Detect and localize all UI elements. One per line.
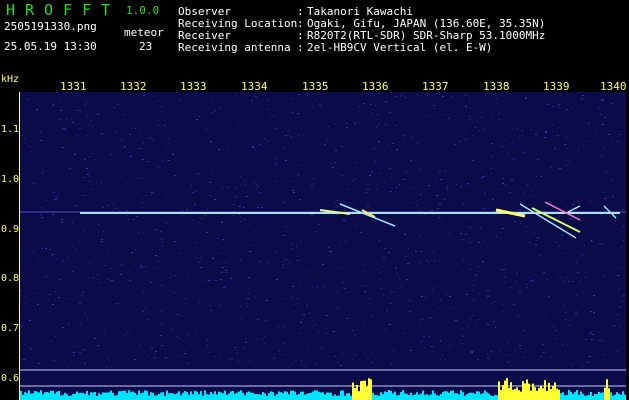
y-tick-label: 1.1	[1, 124, 20, 135]
spectrogram-background	[20, 92, 626, 400]
spectrogram-canvas	[20, 92, 626, 400]
spectrogram	[20, 92, 626, 400]
y-tick-label: 1.0	[1, 174, 20, 185]
time-scale: 1331 1332 1333 1334 1335 1336 1337 1338 …	[20, 74, 629, 93]
y-tick-label: 0.8	[1, 273, 20, 284]
app-version: 1.0.0	[126, 4, 160, 17]
meteor-count: 23	[139, 40, 153, 53]
meteor-label: meteor	[124, 26, 164, 39]
app-title: HROFFT	[6, 1, 121, 19]
y-tick-label: 0.9	[1, 224, 20, 235]
file-name: 2505191330.png	[4, 20, 97, 33]
info-value-antenna: 2el-HB9CV Vertical (el. E-W)	[307, 41, 493, 54]
date-time: 25.05.19 13:30	[4, 40, 97, 53]
y-tick-label: 0.7	[1, 323, 20, 334]
info-label-antenna: Receiving antenna	[178, 41, 291, 54]
info-colon: :	[297, 41, 304, 54]
y-unit-label: kHz	[1, 74, 20, 85]
header-panel: HROFFT 1.0.0 2505191330.png 25.05.19 13:…	[0, 0, 629, 72]
y-tick-label: 0.6	[1, 373, 20, 384]
